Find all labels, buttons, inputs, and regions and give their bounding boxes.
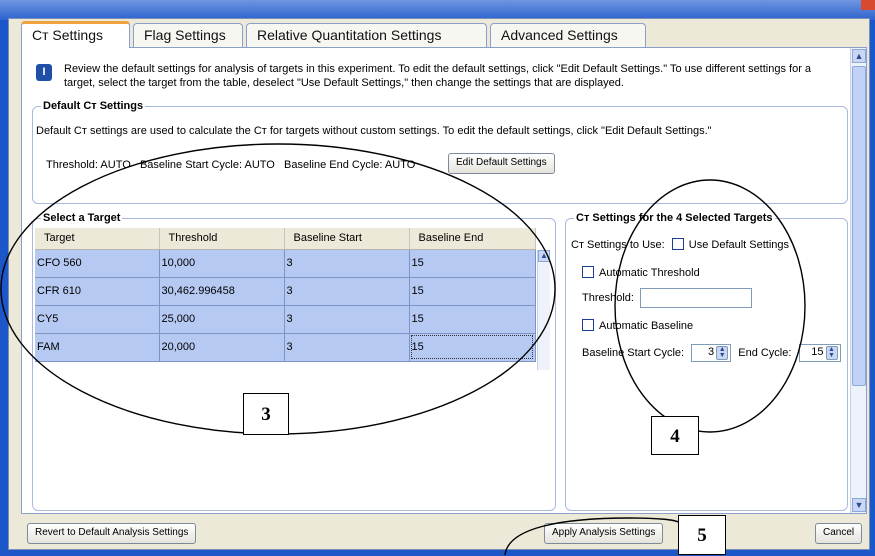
checkbox-box[interactable] bbox=[671, 238, 684, 250]
col-header-baseline-start[interactable]: Baseline Start bbox=[284, 228, 410, 250]
automatic-baseline-checkbox[interactable]: Automatic Baseline bbox=[582, 319, 693, 332]
cell-target[interactable]: CFR 610 bbox=[35, 277, 160, 306]
edit-default-settings-button[interactable]: Edit Default Settings bbox=[448, 153, 555, 174]
cell-baseline-start[interactable]: 3 bbox=[284, 305, 410, 334]
default-ct-settings-group: Default Cт Settings bbox=[32, 100, 848, 204]
info-text: Review the default settings for analysis… bbox=[64, 63, 812, 89]
table-row[interactable]: FAM 20,000 3 15 bbox=[35, 333, 536, 362]
cell-target[interactable]: CFO 560 bbox=[35, 249, 160, 278]
tab-relative-quantitation-settings[interactable]: Relative Quantitation Settings bbox=[246, 23, 487, 47]
targets-table-container: Target Threshold Baseline Start Baseline… bbox=[35, 228, 550, 508]
tab-flag-settings[interactable]: Flag Settings bbox=[133, 23, 243, 47]
info-icon: I bbox=[36, 64, 52, 81]
col-header-baseline-end[interactable]: Baseline End bbox=[409, 228, 536, 250]
cell-baseline-end[interactable]: 15 bbox=[409, 305, 536, 334]
baseline-start-spinner[interactable]: 3 ▲ ▼ bbox=[691, 344, 732, 362]
threshold-label: Threshold: bbox=[582, 292, 634, 304]
baseline-start-value: 3 bbox=[708, 346, 715, 358]
end-cycle-value: 15 bbox=[811, 346, 824, 358]
table-scrollbar[interactable]: ▲ bbox=[537, 250, 550, 370]
automatic-threshold-label: Automatic Threshold bbox=[599, 267, 700, 279]
cell-baseline-end[interactable]: 15 bbox=[409, 249, 536, 278]
cell-target[interactable]: CY5 bbox=[35, 305, 160, 334]
callout-5: 5 bbox=[678, 515, 726, 555]
ct-settings-to-use-row: Cт Settings to Use: Use Default Settings bbox=[571, 238, 789, 251]
default-ct-description: Default Cт settings are used to calculat… bbox=[36, 125, 712, 137]
cell-baseline-end[interactable]: 15 bbox=[409, 333, 536, 362]
checkbox-box[interactable] bbox=[582, 319, 594, 331]
end-cycle-spinner[interactable]: 15 ▲ ▼ bbox=[798, 344, 841, 362]
cell-threshold[interactable]: 30,462.996458 bbox=[159, 277, 285, 306]
default-ct-summary: Threshold: AUTO Baseline Start Cycle: AU… bbox=[46, 159, 416, 171]
tab-panel: I Review the default settings for analys… bbox=[21, 47, 867, 514]
cell-baseline-end[interactable]: 15 bbox=[409, 277, 536, 306]
table-row[interactable]: CFO 560 10,000 3 15 bbox=[35, 249, 536, 278]
select-target-legend: Select a Target bbox=[43, 212, 121, 224]
col-header-target[interactable]: Target bbox=[35, 228, 160, 250]
dialog-frame: Cт Settings Flag Settings Relative Quant… bbox=[8, 18, 870, 550]
checkbox-box[interactable] bbox=[582, 266, 594, 278]
scroll-up-icon[interactable]: ▲ bbox=[852, 49, 866, 63]
callout-3: 3 bbox=[243, 393, 289, 435]
scroll-down-icon[interactable]: ▼ bbox=[852, 498, 866, 512]
ct-settings-to-use-label: Cт Settings to Use: bbox=[571, 239, 665, 251]
callout-4: 4 bbox=[651, 416, 699, 455]
scroll-up-icon[interactable]: ▲ bbox=[538, 250, 550, 262]
automatic-threshold-checkbox[interactable]: Automatic Threshold bbox=[582, 266, 700, 279]
scroll-thumb[interactable] bbox=[852, 66, 866, 386]
window-title-strip bbox=[0, 0, 875, 20]
selected-targets-legend: Cт Settings for the 4 Selected Targets bbox=[576, 212, 773, 224]
use-default-settings-checkbox[interactable]: Use Default Settings bbox=[671, 238, 790, 251]
apply-analysis-settings-button[interactable]: Apply Analysis Settings bbox=[544, 523, 664, 544]
table-header-row: Target Threshold Baseline Start Baseline… bbox=[35, 228, 536, 250]
threshold-row: Threshold: bbox=[582, 292, 634, 304]
automatic-baseline-label: Automatic Baseline bbox=[599, 320, 694, 332]
tab-ct-settings[interactable]: Cт Settings bbox=[21, 21, 130, 48]
cell-baseline-start[interactable]: 3 bbox=[284, 249, 410, 278]
revert-to-default-button[interactable]: Revert to Default Analysis Settings bbox=[27, 523, 197, 544]
cancel-button[interactable]: Cancel bbox=[815, 523, 863, 544]
table-row[interactable]: CY5 25,000 3 15 bbox=[35, 305, 536, 334]
cell-baseline-start[interactable]: 3 bbox=[284, 277, 410, 306]
panel-scrollbar[interactable]: ▲ ▼ bbox=[850, 48, 866, 513]
threshold-input[interactable] bbox=[640, 288, 752, 308]
cell-target[interactable]: FAM bbox=[35, 333, 160, 362]
spinner-arrows-icon[interactable]: ▲ ▼ bbox=[716, 346, 729, 360]
cell-threshold[interactable]: 25,000 bbox=[159, 305, 285, 334]
baseline-start-label: Baseline Start Cycle: bbox=[582, 346, 685, 359]
end-cycle-label: End Cycle: bbox=[738, 346, 792, 359]
col-header-threshold[interactable]: Threshold bbox=[159, 228, 285, 250]
cell-threshold[interactable]: 10,000 bbox=[159, 249, 285, 278]
spinner-arrows-icon[interactable]: ▲ ▼ bbox=[825, 346, 838, 360]
cell-baseline-start[interactable]: 3 bbox=[284, 333, 410, 362]
baseline-cycle-row: Baseline Start Cycle: 3 ▲ ▼ End Cycle: 15 ▲… bbox=[582, 344, 841, 362]
targets-table: Target Threshold Baseline Start Baseline… bbox=[35, 228, 536, 362]
default-ct-settings-legend: Default Cт Settings bbox=[43, 100, 144, 112]
use-default-settings-label: Use Default Settings bbox=[688, 239, 790, 251]
table-row[interactable]: CFR 610 30,462.996458 3 15 bbox=[35, 277, 536, 306]
cell-threshold[interactable]: 20,000 bbox=[159, 333, 285, 362]
tab-advanced-settings[interactable]: Advanced Settings bbox=[490, 23, 646, 47]
info-message: I Review the default settings for analys… bbox=[36, 62, 836, 90]
close-icon[interactable] bbox=[861, 0, 875, 10]
